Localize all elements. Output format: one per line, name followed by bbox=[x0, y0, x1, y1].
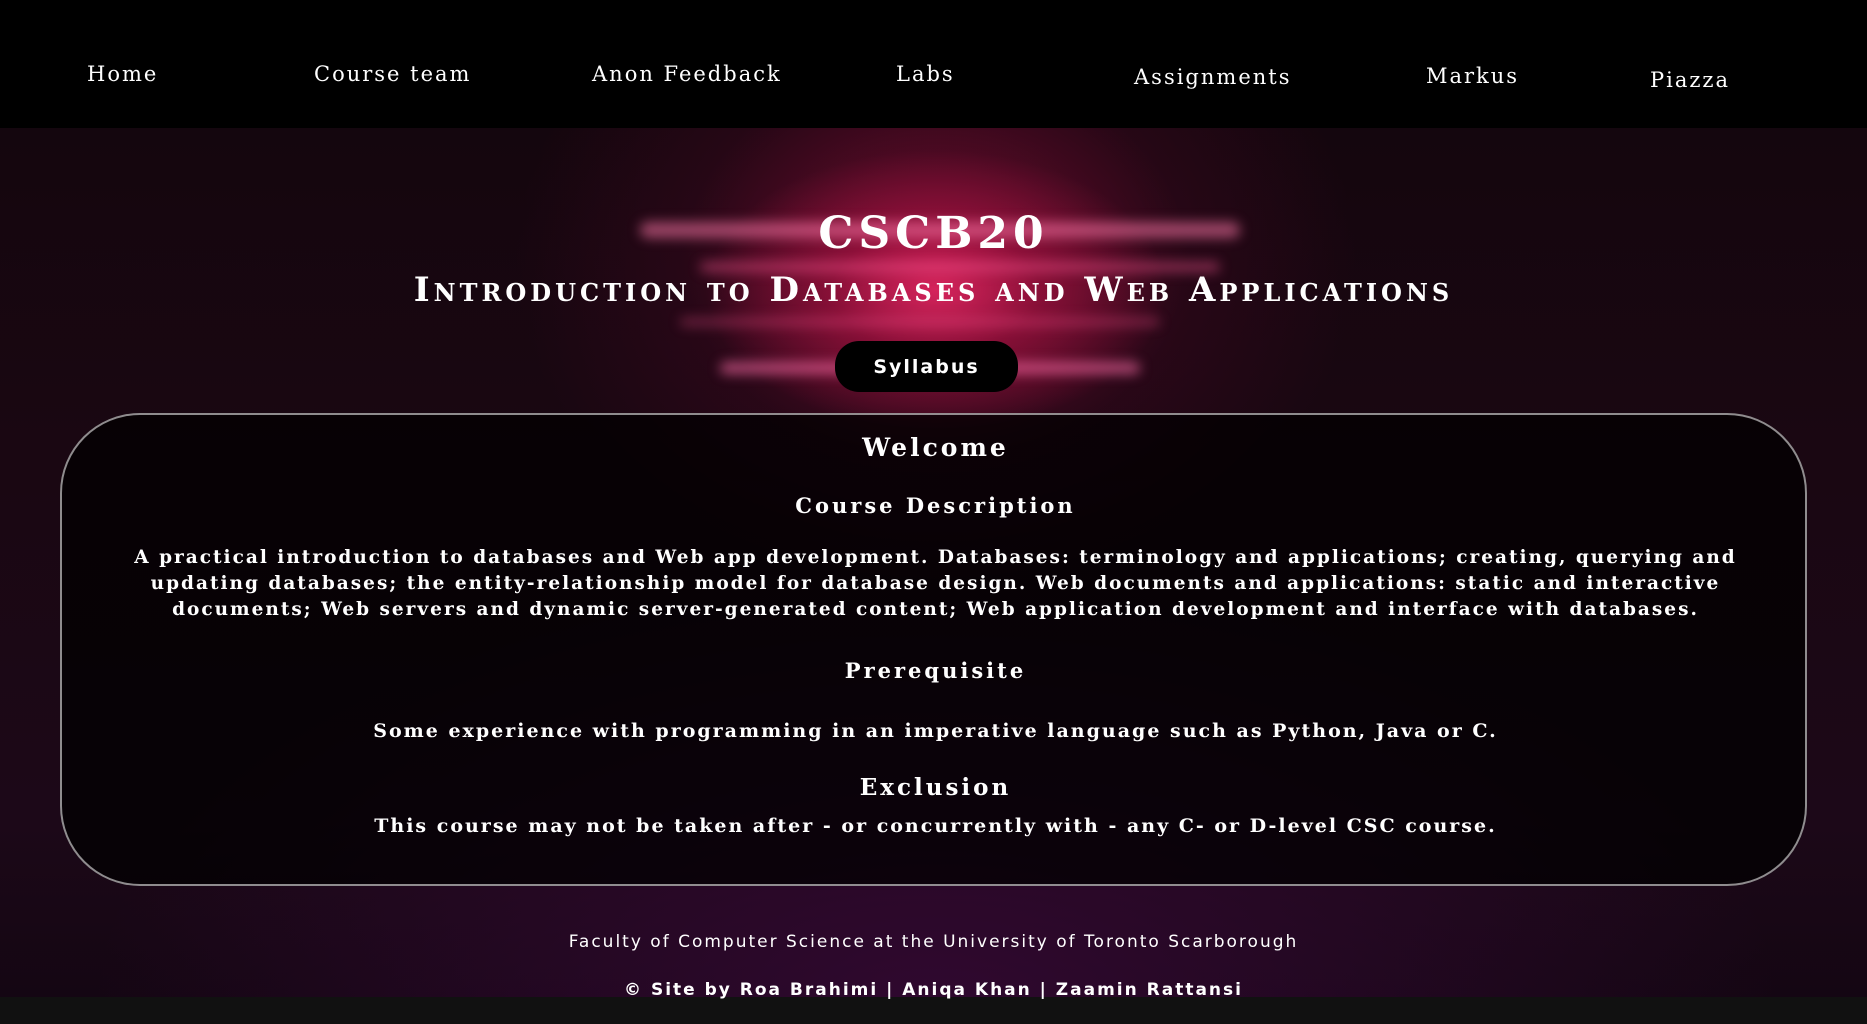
nav-piazza-link[interactable]: Piazza bbox=[1650, 68, 1730, 92]
footer-credits-text: © Site by Roa Brahimi | Aniqa Khan | Zaa… bbox=[624, 980, 1243, 1000]
course-description-text: A practical introduction to databases an… bbox=[134, 547, 1737, 620]
syllabus-button[interactable]: Syllabus bbox=[835, 341, 1018, 392]
prerequisite-heading: Prerequisite bbox=[844, 658, 1027, 683]
nav-assignments-link[interactable]: Assignments bbox=[1134, 65, 1292, 89]
top-navbar: Home Course team Anon Feedback Labs Assi… bbox=[0, 0, 1867, 128]
welcome-card: Welcome Course Description A practical i… bbox=[60, 413, 1807, 886]
course-subtitle: Introduction to Databases and Web Applic… bbox=[413, 270, 1454, 310]
nav-markus-link[interactable]: Markus bbox=[1426, 64, 1519, 88]
exclusion-text: This course may not be taken after - or … bbox=[374, 815, 1497, 837]
course-description-heading: Course Description bbox=[795, 493, 1076, 518]
nav-labs-link[interactable]: Labs bbox=[896, 62, 955, 86]
nav-anon-feedback-link[interactable]: Anon Feedback bbox=[592, 62, 782, 86]
background-streak bbox=[680, 318, 1160, 326]
nav-home-link[interactable]: Home bbox=[87, 62, 158, 86]
course-code-title: CSCB20 bbox=[818, 208, 1049, 259]
footer-faculty-text: Faculty of Computer Science at the Unive… bbox=[568, 932, 1299, 952]
bottom-bar bbox=[0, 997, 1867, 1024]
welcome-heading: Welcome bbox=[862, 433, 1009, 462]
exclusion-heading: Exclusion bbox=[859, 774, 1012, 801]
nav-course-team-link[interactable]: Course team bbox=[314, 62, 471, 86]
prerequisite-text: Some experience with programming in an i… bbox=[373, 720, 1498, 742]
